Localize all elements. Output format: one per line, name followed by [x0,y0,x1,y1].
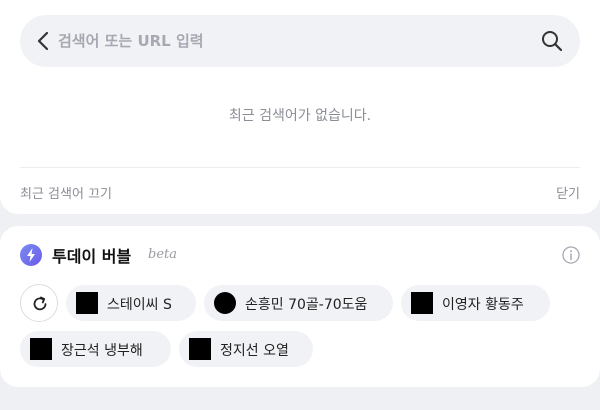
bubble-chip[interactable]: 장근석 냉부해 [20,331,171,367]
chip-thumbnail [214,292,236,314]
search-panel: 최근 검색어가 없습니다. 최근 검색어 끄기 닫기 [0,0,600,214]
bubble-chip[interactable]: 스테이씨 S [66,285,196,321]
recent-empty-message: 최근 검색어가 없습니다. [228,108,372,124]
search-icon [542,31,563,52]
bubble-chip[interactable]: 정지선 오열 [179,331,313,367]
chevron-left-icon [37,31,49,51]
chip-label: 이영자 황동주 [442,297,524,313]
search-input[interactable] [58,28,518,54]
chip-thumbnail [189,338,211,360]
chip-thumbnail [76,292,98,314]
recent-search-off-button[interactable]: 최근 검색어 끄기 [20,183,112,202]
chip-label: 손흥민 70골-70도움 [245,297,368,313]
info-icon[interactable] [562,246,580,264]
divider [20,167,580,168]
today-bubble-panel: 투데이 버블 beta 스테이씨 S 손흥민 70골-70도움 이영자 황동주 … [0,226,600,387]
close-button[interactable]: 닫기 [556,183,580,202]
bubble-title: 투데이 버블 [52,247,132,266]
beta-badge: beta [148,247,177,262]
chip-label: 장근석 냉부해 [61,343,143,359]
bubble-chip[interactable]: 손흥민 70골-70도움 [204,285,393,321]
chip-label: 정지선 오열 [220,343,289,359]
chip-thumbnail [30,338,52,360]
chip-label: 스테이씨 S [107,297,172,313]
refresh-button[interactable] [20,284,58,322]
chip-thumbnail [411,292,433,314]
refresh-icon [33,296,47,311]
search-bar [20,15,580,67]
lightning-icon [20,244,42,266]
back-button[interactable] [30,27,58,55]
search-button[interactable] [540,29,564,53]
bubble-chip[interactable]: 이영자 황동주 [401,285,550,321]
